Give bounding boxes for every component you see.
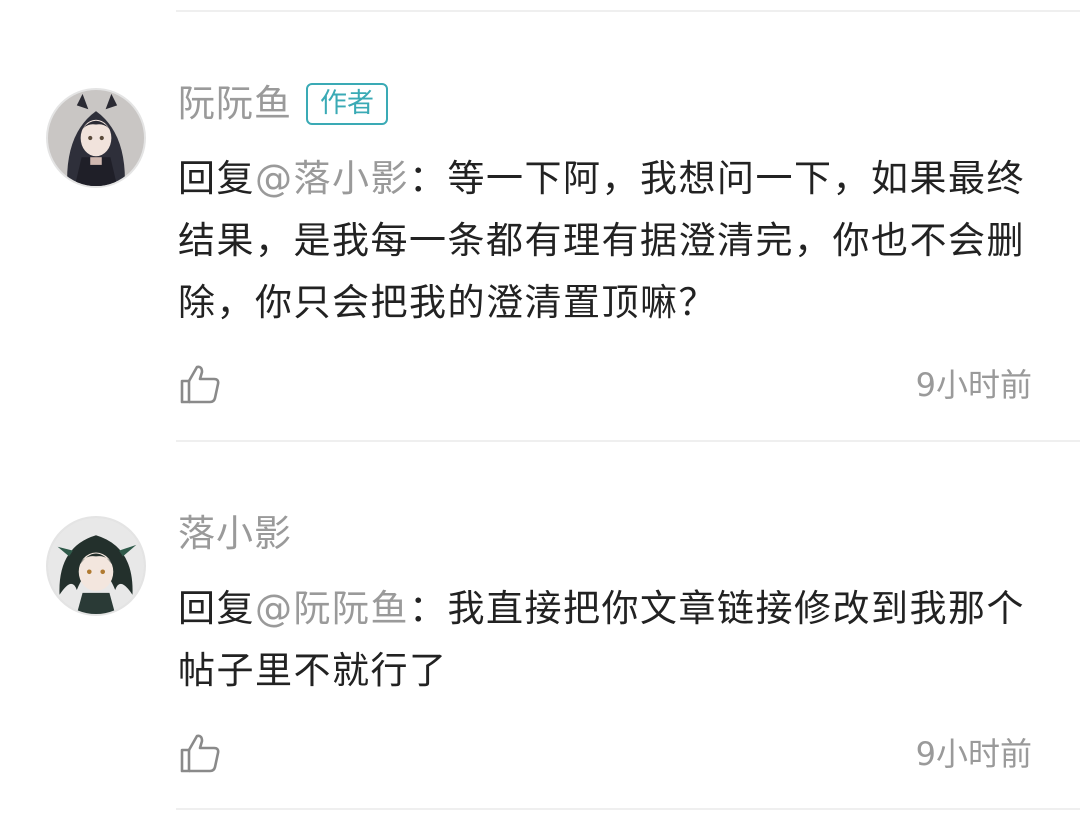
reply-prefix: 回复 xyxy=(178,157,255,200)
divider xyxy=(176,440,1080,442)
divider-bottom xyxy=(176,808,1080,810)
like-button[interactable] xyxy=(178,731,222,775)
avatar[interactable] xyxy=(46,516,146,616)
timestamp: 9小时前 xyxy=(915,366,1032,404)
comment-text: 回复@阮阮鱼：我直接把你文章链接修改到我那个帖子里不就行了 xyxy=(178,578,1038,702)
colon: ： xyxy=(409,157,448,200)
username[interactable]: 落小影 xyxy=(178,510,292,558)
reply-prefix: 回复 xyxy=(178,587,255,630)
mention-link[interactable]: @阮阮鱼 xyxy=(255,587,409,630)
dark-haired-character-avatar-icon xyxy=(48,90,144,186)
mention-link[interactable]: @落小影 xyxy=(255,157,409,200)
username-row: 阮阮鱼 作者 xyxy=(178,80,388,128)
thumbs-up-icon xyxy=(180,365,220,404)
like-button[interactable] xyxy=(178,362,222,406)
colon: ： xyxy=(409,587,448,630)
comment-text: 回复@落小影：等一下阿，我想问一下，如果最终结果，是我每一条都有理有据澄清完，你… xyxy=(178,148,1038,334)
username-row: 落小影 xyxy=(178,510,292,558)
thumbs-up-icon xyxy=(180,734,220,773)
green-haired-character-avatar-icon xyxy=(48,518,144,614)
username[interactable]: 阮阮鱼 xyxy=(178,80,292,128)
author-badge: 作者 xyxy=(306,83,388,125)
divider-top xyxy=(176,10,1080,12)
avatar[interactable] xyxy=(46,88,146,188)
timestamp: 9小时前 xyxy=(915,735,1032,773)
